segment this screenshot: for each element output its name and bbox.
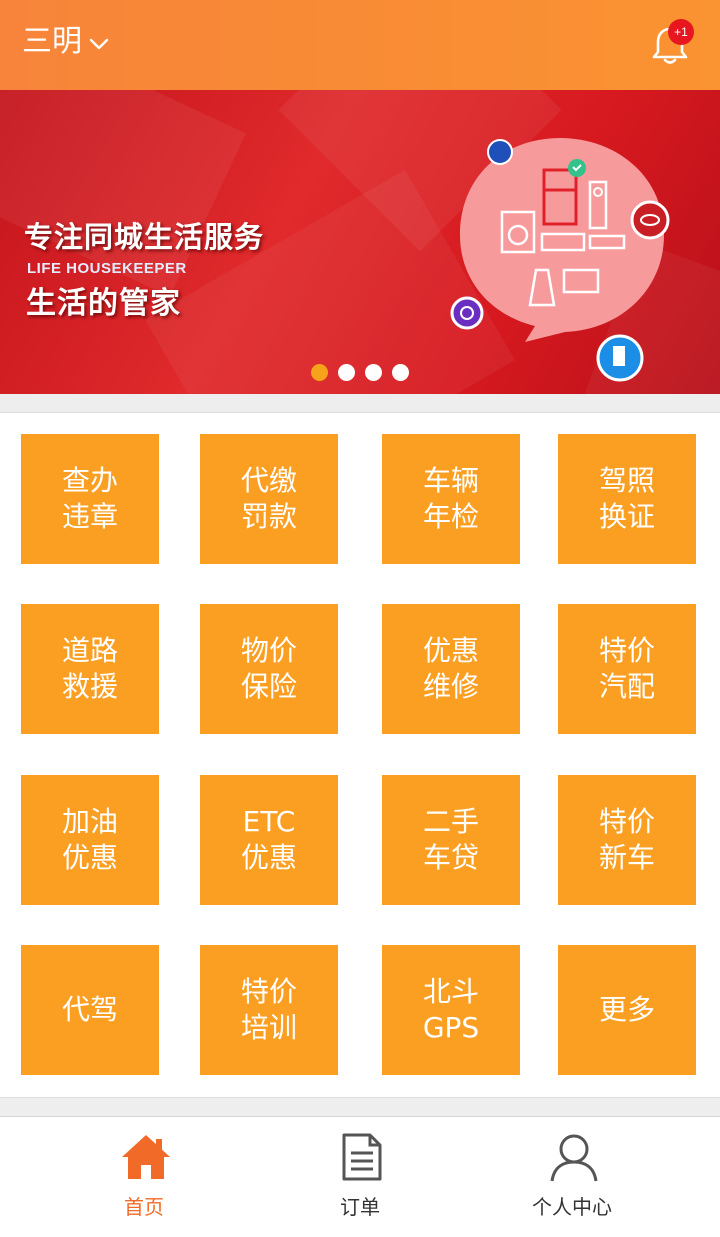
chevron-down-icon bbox=[89, 38, 109, 50]
top-header: 三明 +1 bbox=[0, 0, 720, 90]
service-tile-license-renewal[interactable]: 驾照 换证 bbox=[558, 434, 696, 564]
service-tile-chauffeur[interactable]: 代驾 bbox=[21, 945, 159, 1075]
service-tile-auto-parts[interactable]: 特价 汽配 bbox=[558, 604, 696, 734]
service-tile-gps[interactable]: 北斗 GPS bbox=[382, 945, 520, 1075]
nav-home-label: 首页 bbox=[124, 1195, 164, 1219]
service-tile-insurance[interactable]: 物价 保险 bbox=[200, 604, 338, 734]
service-tile-inspection[interactable]: 车辆 年检 bbox=[382, 434, 520, 564]
banner-title: 专注同城生活服务 bbox=[24, 220, 265, 254]
service-tile-more[interactable]: 更多 bbox=[558, 945, 696, 1075]
banner-subtitle: LIFE HOUSEKEEPER bbox=[27, 260, 187, 277]
carousel-dot[interactable] bbox=[392, 364, 409, 381]
nav-profile-label: 个人中心 bbox=[532, 1195, 612, 1219]
nav-orders-label: 订单 bbox=[340, 1195, 380, 1219]
carousel-dot[interactable] bbox=[338, 364, 355, 381]
nav-profile[interactable]: 个人中心 bbox=[492, 1117, 652, 1237]
service-tile-fuel[interactable]: 加油 优惠 bbox=[21, 775, 159, 905]
bottom-nav: 首页 订单 个人中心 bbox=[0, 1116, 720, 1237]
appliances-illustration bbox=[450, 138, 670, 382]
service-tile-road-rescue[interactable]: 道路 救援 bbox=[21, 604, 159, 734]
banner-slogan: 生活的管家 bbox=[26, 286, 181, 321]
carousel-indicator bbox=[311, 364, 409, 381]
service-tile-used-car-loan[interactable]: 二手 车贷 bbox=[382, 775, 520, 905]
promo-banner[interactable]: 专注同城生活服务 LIFE HOUSEKEEPER 生活的管家 bbox=[0, 90, 720, 394]
carousel-dot[interactable] bbox=[311, 364, 328, 381]
service-grid: 查办 违章 代缴 罚款 车辆 年检 驾照 换证 道路 救援 物价 保险 优惠 维… bbox=[0, 412, 720, 1098]
service-tile-violation[interactable]: 查办 违章 bbox=[21, 434, 159, 564]
nav-orders[interactable]: 订单 bbox=[280, 1117, 440, 1237]
user-icon bbox=[550, 1134, 598, 1182]
service-tile-new-car[interactable]: 特价 新车 bbox=[558, 775, 696, 905]
nav-home[interactable]: 首页 bbox=[64, 1117, 224, 1237]
service-tile-etc[interactable]: ETC 优惠 bbox=[200, 775, 338, 905]
service-tile-training[interactable]: 特价 培训 bbox=[200, 945, 338, 1075]
carousel-dot[interactable] bbox=[365, 364, 382, 381]
notification-badge: +1 bbox=[668, 19, 694, 45]
document-icon bbox=[342, 1133, 382, 1181]
service-tile-fine-payment[interactable]: 代缴 罚款 bbox=[200, 434, 338, 564]
city-selector[interactable]: 三明 bbox=[22, 22, 110, 62]
service-tile-repair[interactable]: 优惠 维修 bbox=[382, 604, 520, 734]
city-label: 三明 bbox=[22, 24, 82, 59]
home-icon bbox=[122, 1135, 170, 1179]
